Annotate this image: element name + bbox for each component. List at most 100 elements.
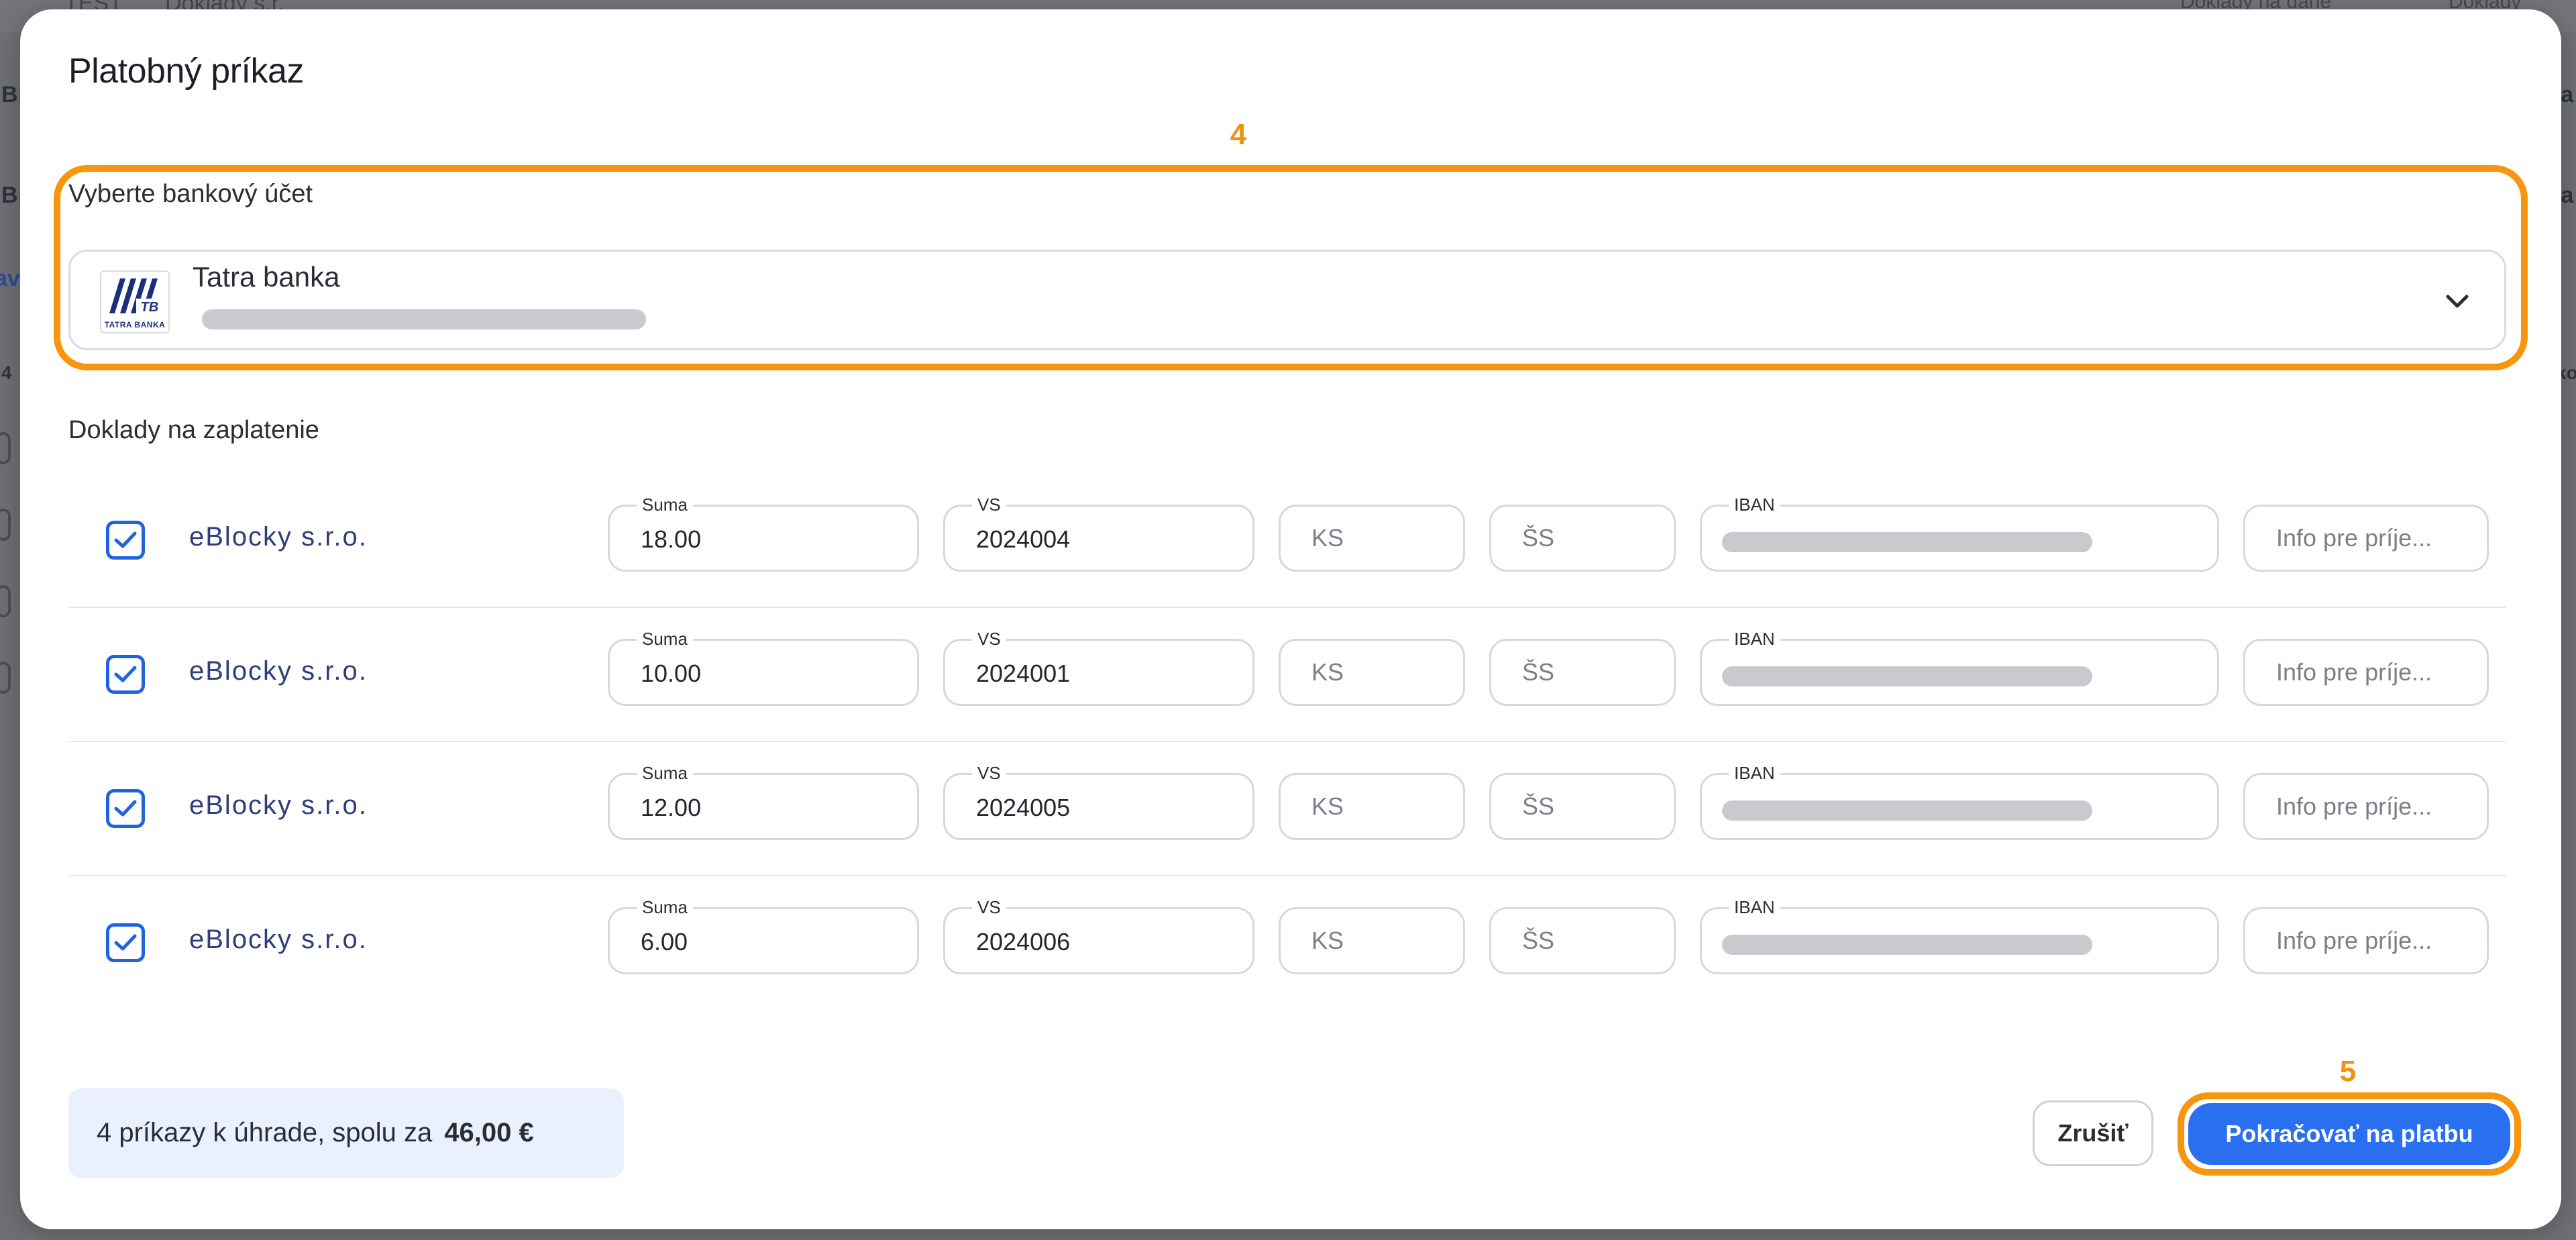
amount-value: 6.00 — [641, 928, 688, 955]
ks-placeholder: KS — [1311, 792, 1344, 820]
payment-row: eBlocky s.r.o. Suma 10.00 VS 2024001 KS … — [68, 608, 2506, 742]
checkmark-icon — [114, 666, 137, 682]
recipient-info-placeholder: Info pre príje... — [2276, 792, 2432, 820]
vs-field[interactable]: VS 2024001 — [943, 629, 1254, 706]
payee-name: eBlocky s.r.o. — [189, 656, 368, 686]
ss-placeholder: ŠS — [1522, 792, 1555, 820]
dialog-title: Platobný príkaz — [68, 52, 304, 91]
summary-text: 4 príkazy k úhrade, spolu za 46,00 € — [97, 1118, 534, 1148]
row-checkbox[interactable] — [106, 655, 145, 694]
iban-redacted — [1722, 935, 2092, 955]
payment-row: eBlocky s.r.o. Suma 12.00 VS 2024005 KS … — [68, 742, 2506, 876]
vs-value: 2024004 — [976, 525, 1071, 553]
payment-row: eBlocky s.r.o. Suma 18.00 VS 2024004 KS … — [68, 474, 2506, 608]
background-edge-letter: 4 — [1, 362, 12, 383]
vs-label: VS — [972, 897, 1006, 917]
continue-button-highlight: Pokračovať na platbu — [2178, 1092, 2521, 1176]
paperclip-icon — [0, 432, 11, 464]
payee-name: eBlocky s.r.o. — [189, 790, 368, 820]
amount-value: 18.00 — [641, 525, 702, 553]
recipient-info-placeholder: Info pre príje... — [2276, 927, 2432, 954]
ks-placeholder: KS — [1311, 658, 1344, 686]
iban-redacted — [1722, 800, 2092, 821]
iban-field[interactable]: IBAN — [1700, 495, 2219, 572]
step-number-4: 4 — [1230, 118, 1247, 151]
amount-label: Suma — [637, 897, 693, 917]
bank-account-number-redacted — [202, 309, 646, 329]
bank-name: Tatra banka — [193, 261, 340, 293]
bank-logo-monogram: TB — [141, 300, 159, 315]
row-checkbox[interactable] — [106, 923, 145, 962]
ss-field[interactable]: ŠS — [1489, 907, 1676, 974]
background-edge-letter: B — [1, 82, 18, 107]
ss-field[interactable]: ŠS — [1489, 505, 1676, 572]
iban-field[interactable]: IBAN — [1700, 763, 2219, 840]
ks-field[interactable]: KS — [1279, 907, 1465, 974]
ks-placeholder: KS — [1311, 524, 1344, 552]
vs-label: VS — [972, 629, 1006, 649]
ks-field[interactable]: KS — [1279, 773, 1465, 840]
iban-redacted — [1722, 532, 2092, 552]
iban-label: IBAN — [1729, 629, 1780, 649]
continue-to-payment-button[interactable]: Pokračovať na platbu — [2188, 1103, 2510, 1165]
amount-field[interactable]: Suma 18.00 — [608, 495, 919, 572]
iban-label: IBAN — [1729, 897, 1780, 917]
checkmark-icon — [114, 531, 137, 548]
recipient-info-field[interactable]: Info pre príje... — [2243, 907, 2489, 974]
amount-value: 10.00 — [641, 660, 702, 687]
amount-field[interactable]: Suma 12.00 — [608, 763, 919, 840]
cancel-button[interactable]: Zrušiť — [2033, 1100, 2153, 1166]
ks-field[interactable]: KS — [1279, 639, 1465, 706]
chevron-down-icon[interactable] — [2441, 285, 2473, 317]
checkmark-icon — [114, 800, 137, 817]
vs-value: 2024001 — [976, 660, 1071, 687]
tatra-banka-logo: TB TATRA BANKA — [100, 270, 170, 333]
ss-field[interactable]: ŠS — [1489, 773, 1676, 840]
summary-count-text: 4 príkazy k úhrade, spolu za — [97, 1118, 433, 1147]
recipient-info-field[interactable]: Info pre príje... — [2243, 773, 2489, 840]
paperclip-icon — [0, 585, 11, 617]
amount-label: Suma — [637, 629, 693, 649]
recipient-info-placeholder: Info pre príje... — [2276, 524, 2432, 552]
iban-redacted — [1722, 666, 2092, 686]
paperclip-icon — [0, 662, 11, 694]
background-edge-letter: B — [1, 183, 18, 208]
documents-label: Doklady na zaplatenie — [68, 416, 319, 444]
bank-account-select[interactable]: TB TATRA BANKA Tatra banka — [68, 250, 2506, 350]
ks-placeholder: KS — [1311, 927, 1344, 954]
step-number-5: 5 — [2339, 1055, 2357, 1088]
iban-label: IBAN — [1729, 495, 1780, 515]
amount-field[interactable]: Suma 10.00 — [608, 629, 919, 706]
recipient-info-field[interactable]: Info pre príje... — [2243, 505, 2489, 572]
ss-field[interactable]: ŠS — [1489, 639, 1676, 706]
paperclip-icon — [0, 509, 11, 541]
row-checkbox[interactable] — [106, 521, 145, 560]
vs-field[interactable]: VS 2024006 — [943, 897, 1254, 974]
payee-name: eBlocky s.r.o. — [189, 522, 368, 552]
payee-name: eBlocky s.r.o. — [189, 925, 368, 954]
amount-field[interactable]: Suma 6.00 — [608, 897, 919, 974]
payment-order-dialog: Platobný príkaz 4 Vyberte bankový účet T… — [20, 9, 2561, 1229]
recipient-info-placeholder: Info pre príje... — [2276, 658, 2432, 686]
vs-field[interactable]: VS 2024005 — [943, 763, 1254, 840]
vs-value: 2024005 — [976, 794, 1071, 821]
background-edge-letter: av — [0, 266, 20, 291]
bank-account-label: Vyberte bankový účet — [68, 180, 313, 208]
vs-value: 2024006 — [976, 928, 1071, 955]
amount-label: Suma — [637, 495, 693, 515]
vs-label: VS — [972, 763, 1006, 783]
iban-field[interactable]: IBAN — [1700, 629, 2219, 706]
iban-field[interactable]: IBAN — [1700, 897, 2219, 974]
bank-logo-text: TATRA BANKA — [104, 320, 166, 329]
recipient-info-field[interactable]: Info pre príje... — [2243, 639, 2489, 706]
summary-total: 46,00 € — [444, 1118, 534, 1147]
vs-label: VS — [972, 495, 1006, 515]
ss-placeholder: ŠS — [1522, 658, 1555, 686]
checkmark-icon — [114, 934, 137, 951]
row-checkbox[interactable] — [106, 789, 145, 828]
vs-field[interactable]: VS 2024004 — [943, 495, 1254, 572]
amount-value: 12.00 — [641, 794, 702, 821]
amount-label: Suma — [637, 763, 693, 783]
ks-field[interactable]: KS — [1279, 505, 1465, 572]
payment-summary: 4 príkazy k úhrade, spolu za 46,00 € — [68, 1088, 624, 1178]
